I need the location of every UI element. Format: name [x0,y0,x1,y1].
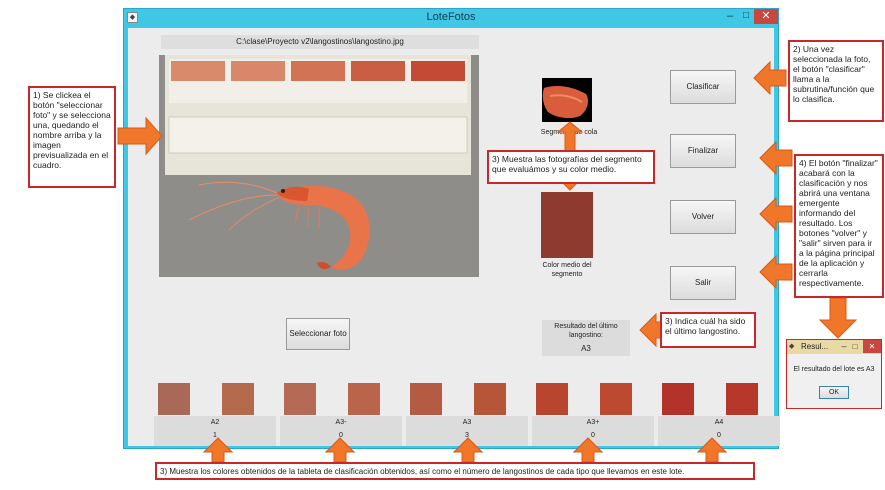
popup-message: El resultado del lote es A3 [793,366,875,373]
arrow-down-icon [818,297,858,339]
popup-minimize-button[interactable]: – [839,340,849,353]
arrow-right-icon [117,116,163,156]
annotation-arrows [117,60,858,463]
arrow-up-icon [696,437,728,463]
arrow-left-icon [753,60,787,96]
note-3-colors: 3) Muestra los colores obtenidos de la t… [155,462,755,480]
note-2: 2) Una vez seleccionada la foto, el botó… [788,40,884,122]
popup-app-icon: ◆ [789,343,795,350]
arrow-left-icon [759,140,793,176]
arrow-left-icon [759,254,793,290]
arrow-left-icon [759,196,793,232]
arrow-up-icon [324,437,356,463]
note-1: 1) Se clickea el botón "seleccionar foto… [28,86,116,188]
arrow-up-icon [572,437,604,463]
arrow-up-icon [202,437,234,463]
arrow-up-icon [452,437,484,463]
popup-title: Resul... [801,342,829,351]
note-4: 4) El botón "finalizar" acabará con la c… [794,154,884,298]
result-popup: ◆ Resul... – □ ✕ El resultado del lote e… [786,339,882,409]
note-3-segment: 3) Muestra las fotografías del segmento … [487,150,655,184]
popup-close-button[interactable]: ✕ [863,340,881,353]
popup-titlebar[interactable]: ◆ Resul... – □ ✕ [787,340,881,354]
popup-ok-button[interactable]: OK [819,386,849,399]
note-3-result: 3) Indica cuál ha sido el último langost… [660,312,756,348]
popup-maximize-button[interactable]: □ [850,340,860,353]
